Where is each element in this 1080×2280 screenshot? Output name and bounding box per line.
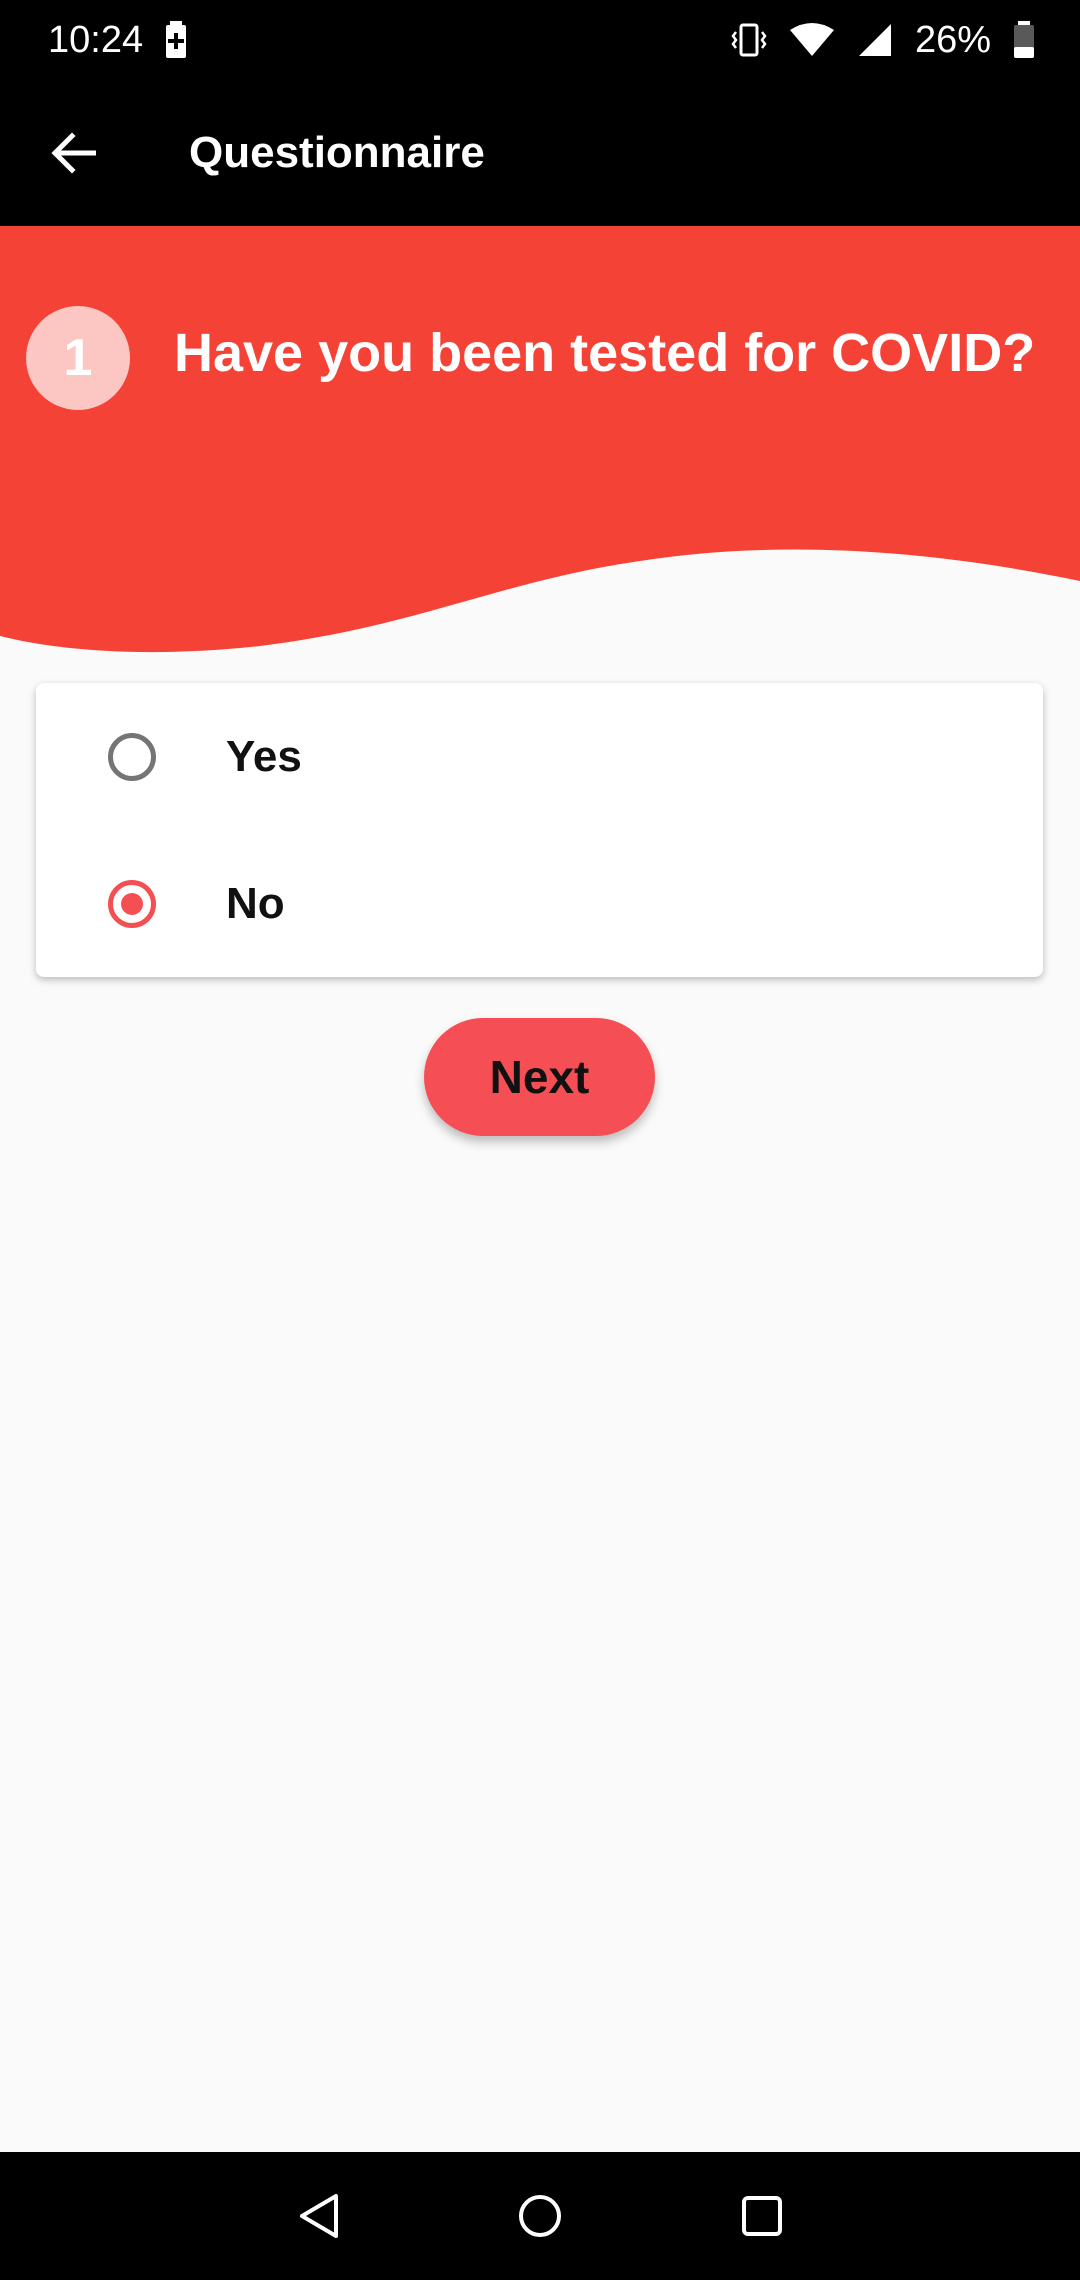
next-button[interactable]: Next: [424, 1018, 655, 1136]
cell-signal-icon: [857, 22, 893, 58]
arrow-left-icon: [50, 130, 96, 176]
system-nav-bar: [0, 2152, 1080, 2280]
battery-icon: [1013, 21, 1035, 59]
wifi-icon: [789, 22, 835, 58]
back-button[interactable]: [0, 80, 146, 226]
answer-options-card: Yes No: [36, 683, 1043, 977]
status-time: 10:24: [48, 18, 144, 61]
vibrate-icon: [731, 22, 767, 58]
question-number: 1: [63, 329, 93, 387]
question-number-badge: 1: [26, 306, 130, 410]
radio-yes[interactable]: [108, 732, 156, 781]
option-no[interactable]: No: [36, 830, 1043, 977]
nav-back-button[interactable]: [284, 2180, 356, 2252]
page-title: Questionnaire: [189, 128, 485, 177]
home-circle-icon: [516, 2192, 564, 2240]
question-text: Have you been tested for COVID?: [174, 323, 1036, 383]
option-yes-label: Yes: [226, 731, 302, 781]
nav-home-button[interactable]: [504, 2180, 576, 2252]
header-wave-background: [0, 226, 1080, 653]
question-header: 1 Have you been tested for COVID?: [0, 226, 1080, 656]
app-bar: Questionnaire: [0, 80, 1080, 226]
option-no-label: No: [226, 878, 285, 928]
status-bar: 10:24 26%: [0, 0, 1080, 80]
recents-square-icon: [738, 2192, 786, 2240]
nav-recents-button[interactable]: [726, 2180, 798, 2252]
battery-percent: 26%: [914, 18, 991, 61]
back-triangle-icon: [296, 2192, 344, 2240]
option-yes[interactable]: Yes: [36, 683, 1043, 830]
radio-no[interactable]: [108, 879, 156, 928]
battery-charging-icon: [165, 21, 187, 59]
